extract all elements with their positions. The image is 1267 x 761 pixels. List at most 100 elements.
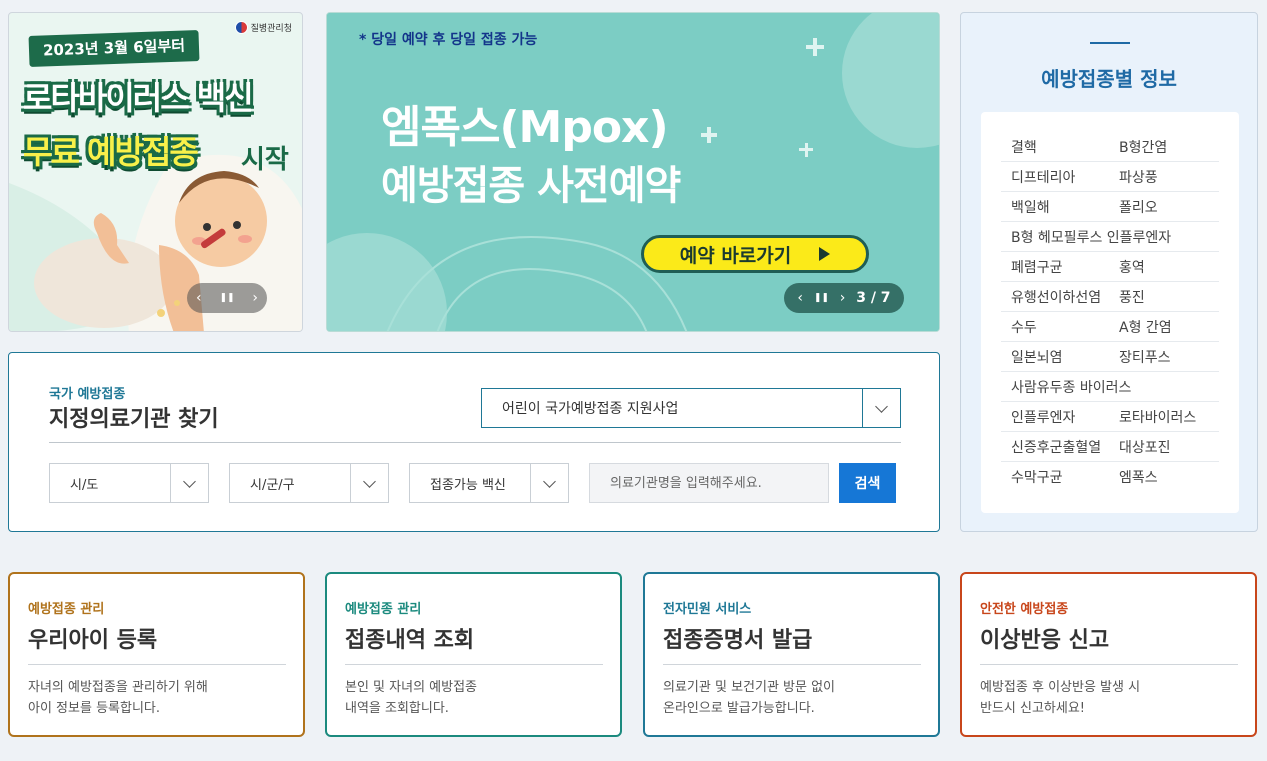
card-description: 본인 및 자녀의 예방접종 내역을 조회합니다. (345, 677, 477, 719)
card-category: 예방접종 관리 (28, 602, 105, 617)
mpox-banner[interactable]: * 당일 예약 후 당일 접종 가능 엠폭스(Mpox) 예방접종 사전예약 예… (326, 12, 940, 332)
card-desc-line2: 아이 정보를 등록합니다. (28, 701, 160, 716)
vaccine-row: 수두 A형 간염 (1001, 312, 1219, 342)
vaccine-row: 일본뇌염 장티푸스 (1001, 342, 1219, 372)
card-title: 우리아이 등록 (28, 628, 158, 653)
rotavirus-banner[interactable]: 질병관리청 2023년 3월 6일부터 로타바이러스 백신 무료 예방접종 시작… (8, 12, 303, 332)
card-certificate-issue[interactable]: 전자민원 서비스 접종증명서 발급 의료기관 및 보건기관 방문 없이 온라인으… (643, 572, 940, 737)
program-select[interactable]: 어린이 국가예방접종 지원사업 (481, 388, 901, 428)
vaccine-link[interactable]: B형간염 (1109, 137, 1217, 157)
sigungu-select[interactable]: 시/군/구 (229, 463, 389, 503)
search-subtitle: 국가 예방접종 (49, 387, 126, 402)
card-desc-line2: 내역을 조회합니다. (345, 701, 449, 716)
search-button[interactable]: 검색 (839, 463, 896, 503)
chevron-down-icon (875, 399, 888, 413)
card-desc-line1: 자녀의 예방접종을 관리하기 위해 (28, 680, 208, 695)
sigungu-select-toggle[interactable] (350, 464, 388, 502)
page-indicator: 3 / 7 (856, 290, 891, 306)
main-banner-controls: ‹ ❚❚ › 3 / 7 (784, 283, 904, 313)
government-emblem-icon (234, 21, 248, 34)
card-adverse-report[interactable]: 안전한 예방접종 이상반응 신고 예방접종 후 이상반응 발생 시 반드시 신고… (960, 572, 1257, 737)
sigungu-select-value: 시/군/구 (250, 477, 295, 493)
info-panel-title: 예방접종별 정보 (1041, 67, 1177, 91)
vaccine-row: 백일해 폴리오 (1001, 192, 1219, 222)
banner-title-suffix: 시작 (241, 145, 289, 175)
vaccine-link[interactable]: 수막구균 (1001, 467, 1109, 487)
clinic-name-input[interactable] (589, 463, 829, 503)
card-desc-line1: 예방접종 후 이상반응 발생 시 (980, 680, 1141, 695)
vaccine-link[interactable]: 홍역 (1109, 257, 1217, 277)
vaccine-link[interactable]: 파상풍 (1109, 167, 1217, 187)
vaccine-link[interactable]: 풍진 (1109, 287, 1217, 307)
card-desc-line1: 본인 및 자녀의 예방접종 (345, 680, 477, 695)
card-category: 예방접종 관리 (345, 602, 422, 617)
vaccine-link[interactable]: 백일해 (1001, 197, 1109, 217)
chevron-down-icon (183, 474, 196, 488)
play-arrow-icon (819, 247, 831, 261)
vaccine-link[interactable]: 폴리오 (1109, 197, 1217, 217)
title-accent-bar (1090, 42, 1130, 44)
kdca-logo-text: 질병관리청 (250, 24, 292, 34)
chevron-left-icon[interactable]: ‹ (196, 290, 202, 306)
card-category: 전자민원 서비스 (663, 602, 752, 617)
vaccine-link[interactable]: 결핵 (1001, 137, 1109, 157)
vaccine-link[interactable]: 유행선이하선염 (1001, 287, 1109, 307)
card-category: 안전한 예방접종 (980, 602, 1069, 617)
chevron-right-icon[interactable]: › (252, 290, 258, 306)
vaccine-row: 수막구균 엠폭스 (1001, 462, 1219, 492)
card-desc-line1: 의료기관 및 보건기관 방문 없이 (663, 680, 836, 695)
sido-select[interactable]: 시/도 (49, 463, 209, 503)
vaccine-link[interactable]: 일본뇌염 (1001, 347, 1109, 367)
card-title: 이상반응 신고 (980, 628, 1110, 653)
vaccine-row: 결핵 B형간염 (1001, 132, 1219, 162)
card-history-lookup[interactable]: 예방접종 관리 접종내역 조회 본인 및 자녀의 예방접종 내역을 조회합니다. (325, 572, 622, 737)
chevron-right-icon[interactable]: › (840, 290, 846, 306)
vaccine-row: 인플루엔자 로타바이러스 (1001, 402, 1219, 432)
vaccine-row: 디프테리아 파상풍 (1001, 162, 1219, 192)
vaccine-link[interactable]: 장티푸스 (1109, 347, 1217, 367)
banner-title-line2: 무료 예방접종 (23, 133, 199, 171)
card-description: 의료기관 및 보건기관 방문 없이 온라인으로 발급가능합니다. (663, 677, 835, 719)
vaccine-link[interactable]: 폐렴구균 (1001, 257, 1109, 277)
vaccine-row: 폐렴구균 홍역 (1001, 252, 1219, 282)
card-divider (28, 664, 286, 665)
vaccine-link[interactable]: 사람유두종 바이러스 (1001, 377, 1131, 397)
banner-date: 2023년 3월 6일부터 (28, 30, 200, 67)
vaccine-select-toggle[interactable] (530, 464, 568, 502)
vaccine-select-value: 접종가능 백신 (430, 477, 506, 493)
pause-icon[interactable]: ❚❚ (814, 293, 829, 303)
sido-select-toggle[interactable] (170, 464, 208, 502)
vaccine-link[interactable]: A형 간염 (1109, 317, 1217, 337)
program-select-toggle[interactable] (862, 389, 900, 427)
vaccine-select[interactable]: 접종가능 백신 (409, 463, 569, 503)
chevron-down-icon (543, 474, 556, 488)
vaccine-link[interactable]: 수두 (1001, 317, 1109, 337)
vaccine-link[interactable]: 신증후군출혈열 (1001, 437, 1109, 457)
vaccine-link[interactable]: 디프테리아 (1001, 167, 1109, 187)
banner-title-line1: 엠폭스(Mpox) (381, 102, 669, 153)
vaccine-info-panel: 예방접종별 정보 결핵 B형간염 디프테리아 파상풍 백일해 폴리오 B형 헤모필루스 인플… (960, 12, 1258, 532)
search-title: 지정의료기관 찾기 (49, 407, 219, 432)
vaccine-link[interactable]: 로타바이러스 (1109, 407, 1217, 427)
pause-icon[interactable]: ❚❚ (219, 293, 234, 303)
vaccine-link[interactable]: 인플루엔자 (1001, 407, 1109, 427)
vaccine-row: 신증후군출혈열 대상포진 (1001, 432, 1219, 462)
card-description: 자녀의 예방접종을 관리하기 위해 아이 정보를 등록합니다. (28, 677, 208, 719)
card-divider (345, 664, 603, 665)
chevron-down-icon (363, 474, 376, 488)
card-child-registration[interactable]: 예방접종 관리 우리아이 등록 자녀의 예방접종을 관리하기 위해 아이 정보를… (8, 572, 305, 737)
vaccine-list: 결핵 B형간염 디프테리아 파상풍 백일해 폴리오 B형 헤모필루스 인플루엔자 폐렴구균 홍역… (981, 112, 1239, 513)
vaccine-link[interactable]: 대상포진 (1109, 437, 1217, 457)
clinic-search-box: 국가 예방접종 지정의료기관 찾기 어린이 국가예방접종 지원사업 시/도 시/… (8, 352, 940, 532)
card-description: 예방접종 후 이상반응 발생 시 반드시 신고하세요! (980, 677, 1140, 719)
reservation-button[interactable]: 예약 바로가기 (641, 235, 869, 273)
banner-title-line2: 예방접종 사전예약 (381, 163, 681, 209)
reservation-button-label: 예약 바로가기 (679, 244, 792, 267)
chevron-left-icon[interactable]: ‹ (797, 290, 803, 306)
card-divider (663, 664, 921, 665)
sido-select-value: 시/도 (70, 477, 99, 493)
banner-note: * 당일 예약 후 당일 접종 가능 (359, 32, 538, 48)
vaccine-link[interactable]: 엠폭스 (1109, 467, 1217, 487)
vaccine-link[interactable]: B형 헤모필루스 인플루엔자 (1001, 227, 1171, 247)
search-divider (49, 442, 901, 443)
